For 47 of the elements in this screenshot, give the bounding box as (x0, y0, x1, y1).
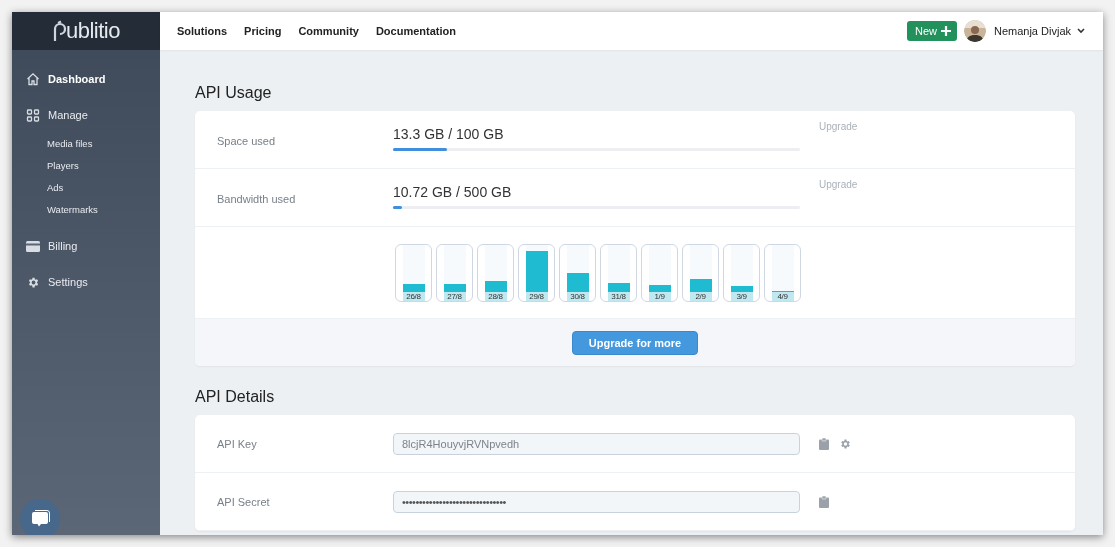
input-field[interactable]: ••••••••••••••••••••••••••••••• (393, 490, 800, 513)
sidebar-item[interactable]: Settings (12, 264, 160, 300)
input-field[interactable]: 8lcjR4HouyvjRVNpvedh (393, 432, 800, 455)
day-label: 4/9 (771, 291, 794, 301)
day-label: 30/8 (566, 291, 589, 301)
usage-value: 10.72 GB / 500 GB (393, 184, 512, 201)
avatar[interactable] (963, 20, 986, 42)
day-label: 26/8 (402, 291, 425, 301)
sidebar-subitem[interactable]: Watermarks (47, 204, 98, 216)
logo-swirl-icon (52, 20, 66, 42)
clipboard-icon[interactable] (819, 495, 829, 508)
day-label: 1/9 (648, 291, 671, 301)
chat-button[interactable] (20, 499, 60, 535)
day-label: 2/9 (689, 291, 712, 301)
credit-card-icon (26, 240, 40, 252)
row-label: Bandwidth used (217, 191, 296, 206)
nav-link[interactable]: Solutions (177, 25, 228, 37)
settings-icon (26, 275, 40, 289)
day-label: 28/8 (484, 291, 507, 301)
chevron-down-icon[interactable] (1077, 28, 1085, 34)
section-title: API Usage (195, 83, 273, 103)
sidebar-subitem[interactable]: Players (47, 160, 79, 172)
home-icon (26, 72, 40, 86)
day-label: 31/8 (607, 291, 630, 301)
section-title: API Details (195, 387, 276, 407)
row-label: API Key (217, 436, 257, 451)
clipboard-icon[interactable] (819, 437, 829, 450)
day-label: 27/8 (443, 291, 466, 301)
sidebar-subitem[interactable]: Ads (47, 182, 64, 194)
nav-link[interactable]: Documentation (375, 25, 456, 37)
day-label: 29/8 (525, 291, 548, 301)
row-label: Space used (217, 133, 276, 148)
sidebar-subitem[interactable]: Media files (47, 138, 93, 150)
sidebar-item[interactable]: Billing (12, 228, 160, 264)
sidebar-item[interactable]: Dashboard (12, 61, 160, 97)
nav-link[interactable]: Pricing (244, 25, 282, 37)
user-name[interactable]: Nemanja Divjak (993, 25, 1071, 37)
nav-link[interactable]: Community (298, 25, 359, 37)
new-button[interactable]: New (906, 21, 957, 41)
grid-icon (26, 108, 40, 122)
usage-value: 13.3 GB / 100 GB (393, 126, 504, 143)
day-label: 3/9 (730, 291, 753, 301)
plus-icon (940, 26, 951, 36)
row-label: API Secret (217, 494, 270, 509)
logo: ublitio (66, 18, 120, 44)
settings-icon[interactable] (839, 437, 851, 450)
sidebar-item[interactable]: Manage (12, 97, 160, 133)
